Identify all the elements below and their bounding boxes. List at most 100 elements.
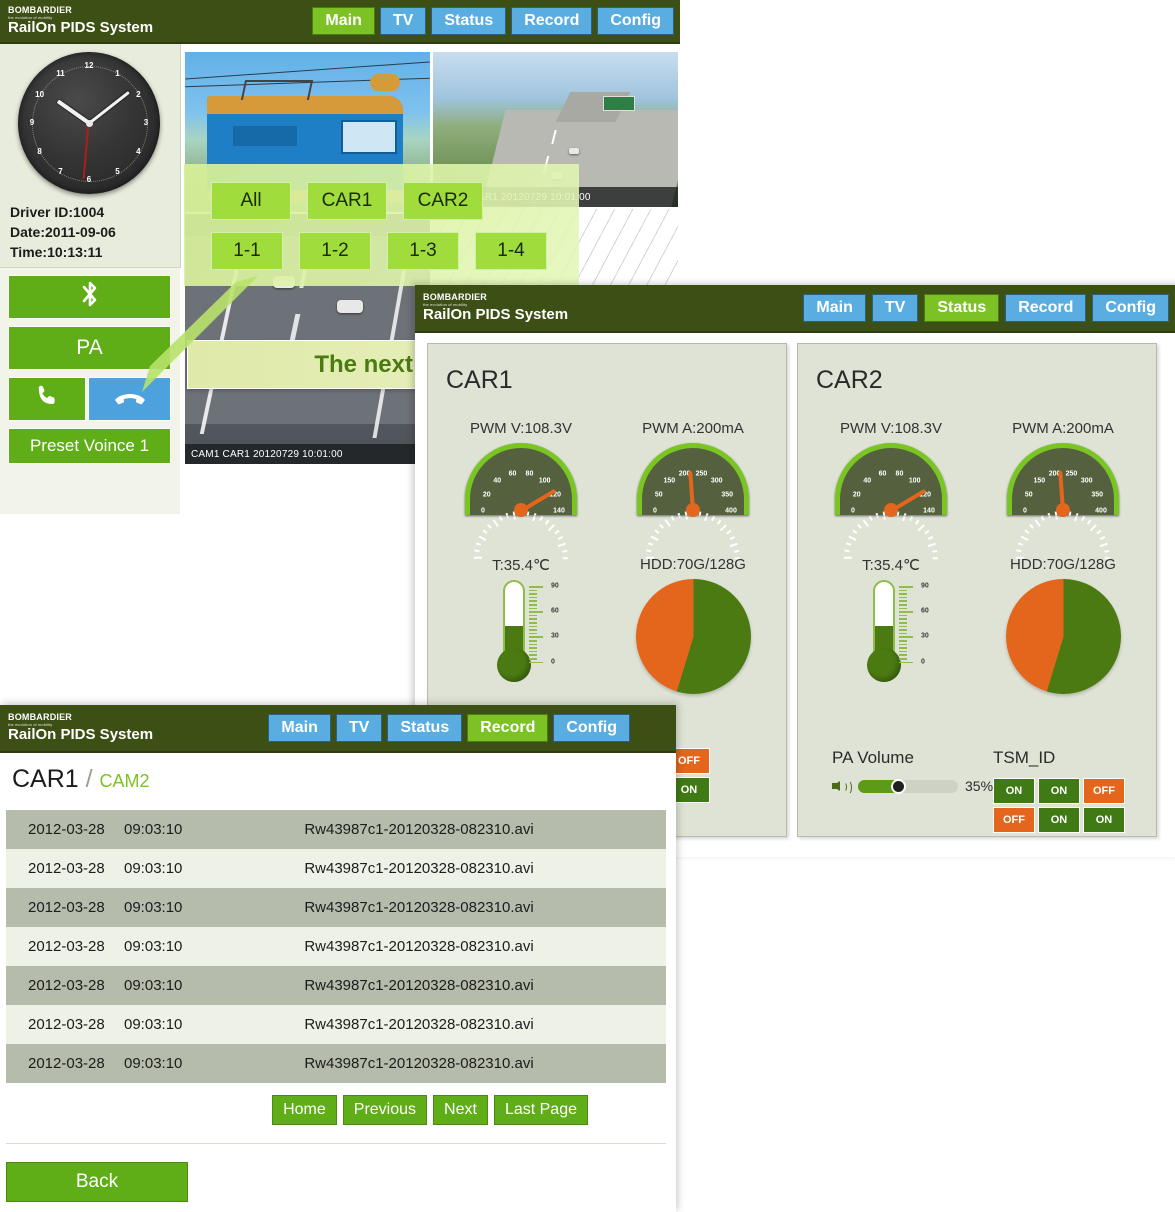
car2-pwm-current-label: PWM A:200mA: [988, 420, 1138, 437]
gauge-tick: [1029, 524, 1034, 529]
table-row[interactable]: 2012-03-2809:03:10Rw43987c1-20120328-082…: [6, 810, 666, 849]
gauge-tick: [853, 530, 858, 534]
camera-row-cars: All CAR1 CAR2: [211, 182, 483, 220]
tab-status-record[interactable]: Status: [387, 714, 462, 742]
camera-button-car1[interactable]: CAR1: [307, 182, 387, 220]
gauge-tick: [932, 550, 937, 552]
tab-main[interactable]: Main: [312, 7, 374, 35]
gauge-tick: [646, 550, 651, 552]
tab-status[interactable]: Status: [431, 7, 506, 35]
gauge-tick: [1025, 530, 1030, 534]
tab-config-status[interactable]: Config: [1092, 294, 1169, 322]
driver-time: Time:10:13:11: [10, 242, 116, 262]
table-row[interactable]: 2012-03-2809:03:10Rw43987c1-20120328-082…: [6, 927, 666, 966]
status-nav-tabs: Main TV Status Record Config: [803, 294, 1175, 322]
tab-tv[interactable]: TV: [380, 7, 426, 35]
tab-main-record[interactable]: Main: [268, 714, 330, 742]
gauge-tick: [928, 536, 933, 540]
gauge-tick: [545, 520, 549, 525]
brand-product: RailOn PIDS System: [8, 20, 153, 36]
record-camera-label[interactable]: CAM2: [100, 771, 150, 791]
tsm-id-block: TSM_ID ON ON OFF OFF ON ON: [993, 748, 1125, 833]
clock-numeral: 4: [131, 147, 145, 156]
thermometer-tick: [899, 604, 907, 606]
camera-button-1-3[interactable]: 1-3: [387, 232, 459, 270]
preset-voice-label: Preset Voince 1: [30, 436, 149, 456]
pa-volume-title: PA Volume: [832, 748, 993, 768]
camera-button-1-2[interactable]: 1-2: [299, 232, 371, 270]
clock-numeral: 2: [131, 90, 145, 99]
bluetooth-button[interactable]: [8, 275, 171, 319]
tab-main-status[interactable]: Main: [803, 294, 865, 322]
gauge-tick: [558, 543, 566, 547]
table-row[interactable]: 2012-03-2809:03:10Rw43987c1-20120328-082…: [6, 1005, 666, 1044]
clock-numeral: 1: [111, 69, 125, 78]
pager-last-page-button[interactable]: Last Page: [494, 1095, 588, 1125]
tab-tv-record[interactable]: TV: [336, 714, 382, 742]
back-button[interactable]: Back: [6, 1162, 188, 1202]
thermometer-tick: [529, 629, 537, 631]
car1-pwm-voltage-label: PWM V:108.3V: [446, 420, 596, 437]
main-nav-tabs: Main TV Status Record Config: [312, 7, 680, 35]
tab-tv-status[interactable]: TV: [872, 294, 918, 322]
tsm-button-3[interactable]: OFF: [1083, 778, 1125, 804]
camera-button-all[interactable]: All: [211, 182, 291, 220]
record-date-cell: 2012-03-28: [6, 977, 124, 994]
hangup-button[interactable]: [88, 377, 171, 421]
gauge-tick: [928, 543, 936, 547]
thermometer-tick: [529, 633, 537, 635]
table-row[interactable]: 2012-03-2809:03:10Rw43987c1-20120328-082…: [6, 888, 666, 927]
tsm-button-6[interactable]: ON: [1083, 807, 1125, 833]
video-caption-3: CAM1 CAR1 20120729 10:01:00: [185, 444, 430, 464]
thermometer-tick: [899, 626, 907, 628]
record-time-cell: 09:03:10: [124, 1055, 224, 1072]
gauge-tick: [918, 524, 925, 531]
tsm-button-4[interactable]: OFF: [993, 807, 1035, 833]
pa-volume-slider-row: 35%: [832, 778, 993, 794]
call-button[interactable]: [8, 377, 86, 421]
tsm-button-1[interactable]: ON: [993, 778, 1035, 804]
camera-button-1-4[interactable]: 1-4: [475, 232, 547, 270]
pager-home-button[interactable]: Home: [272, 1095, 337, 1125]
pa-volume-slider-knob[interactable]: [891, 779, 906, 794]
gauge-tick: [846, 543, 851, 546]
tsm-button-2[interactable]: ON: [1038, 778, 1080, 804]
tab-record[interactable]: Record: [511, 7, 592, 35]
brand-logo: BOMBARDIER the evolution of mobility Rai…: [0, 6, 153, 35]
camera-button-1-1[interactable]: 1-1: [211, 232, 283, 270]
tab-status-status[interactable]: Status: [924, 294, 999, 322]
pager-next-button[interactable]: Next: [433, 1095, 488, 1125]
thermometer-tick: [529, 618, 537, 620]
table-row[interactable]: 2012-03-2809:03:10Rw43987c1-20120328-082…: [6, 966, 666, 1005]
hangup-icon: [113, 385, 147, 413]
tab-config-record[interactable]: Config: [553, 714, 630, 742]
car2-pwm-voltage-label: PWM V:108.3V: [816, 420, 966, 437]
thermometer-tick: [899, 586, 913, 588]
tsm-button-5[interactable]: ON: [1038, 807, 1080, 833]
thermometer-tick: [899, 636, 913, 638]
thermometer-tick: [529, 640, 537, 642]
preset-voice-button[interactable]: Preset Voince 1: [8, 428, 171, 464]
brand-tagline: the evolution of mobility: [8, 16, 153, 20]
car2-pwm-current-metric: PWM A:200mA 050150200250300350400: [988, 420, 1138, 515]
clock-numeral: 8: [33, 147, 47, 156]
gauge-tick: [909, 516, 913, 521]
tab-config[interactable]: Config: [597, 7, 674, 35]
clock-numeral: 6: [82, 175, 96, 184]
camera-selector-overlay: All CAR1 CAR2 1-1 1-2 1-3 1-4: [184, 164, 579, 286]
record-file-cell: Rw43987c1-20120328-082310.avi: [224, 977, 666, 994]
gauge-tick: [659, 524, 664, 529]
pa-button-label: PA: [76, 336, 102, 360]
camera-button-car2[interactable]: CAR2: [403, 182, 483, 220]
brand-product-status: RailOn PIDS System: [423, 307, 568, 323]
thermometer-tick: [899, 640, 907, 642]
pa-volume-slider[interactable]: [858, 780, 958, 793]
main-window-header: BOMBARDIER the evolution of mobility Rai…: [0, 0, 680, 44]
tab-record-record[interactable]: Record: [467, 714, 548, 742]
table-row[interactable]: 2012-03-2809:03:10Rw43987c1-20120328-082…: [6, 1044, 666, 1083]
pa-button[interactable]: PA: [8, 326, 171, 370]
table-row[interactable]: 2012-03-2809:03:10Rw43987c1-20120328-082…: [6, 849, 666, 888]
tab-record-status[interactable]: Record: [1005, 294, 1086, 322]
car2-thermometer: 9060300: [843, 580, 939, 688]
pager-previous-button[interactable]: Previous: [343, 1095, 427, 1125]
